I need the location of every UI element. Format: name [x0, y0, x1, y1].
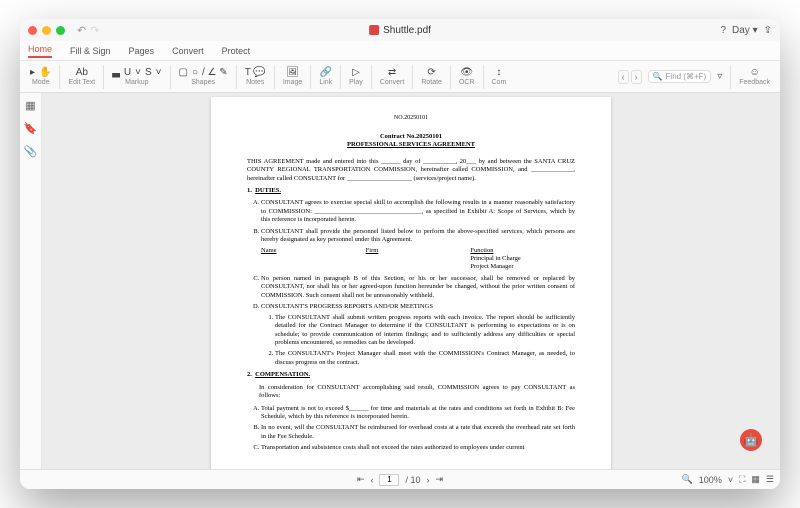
section-2: 2. COMPENSATION.: [247, 371, 575, 379]
zoom-out-icon[interactable]: 🔍: [682, 474, 693, 485]
ribbon-tabs: Home Fill & Sign Pages Convert Protect: [20, 41, 780, 61]
view-list-icon[interactable]: ☰: [766, 474, 774, 485]
window-title: Shuttle.pdf: [369, 25, 431, 36]
tool-markup[interactable]: ▃ U˅ S˅ Markup: [108, 67, 165, 86]
zoom-dropdown-icon[interactable]: ˅: [728, 475, 733, 485]
contract-number: Contract No.20250101PROFESSIONAL SERVICE…: [247, 133, 575, 150]
tab-protect[interactable]: Protect: [222, 46, 251, 56]
document-viewport[interactable]: NO.20250101 Contract No.20250101PROFESSI…: [42, 93, 780, 469]
content-body: ▦ 🔖 📎 NO.20250101 Contract No.20250101PR…: [20, 93, 780, 469]
pager-right-small[interactable]: ›: [631, 70, 642, 84]
tab-pages[interactable]: Pages: [129, 46, 155, 56]
tool-convert[interactable]: ⇄Convert: [376, 67, 409, 86]
last-page-icon[interactable]: ⇥: [436, 474, 444, 485]
search-input[interactable]: 🔍 Find (⌘+F): [648, 70, 712, 83]
attachment-icon[interactable]: 📎: [24, 145, 38, 158]
tool-image[interactable]: 🖼Image: [279, 67, 306, 86]
bookmark-icon[interactable]: 🔖: [24, 122, 38, 135]
zoom-level[interactable]: 100%: [699, 475, 722, 485]
intro-paragraph: THIS AGREEMENT made and entered into thi…: [247, 158, 575, 183]
left-sidebar: ▦ 🔖 📎: [20, 93, 42, 469]
title-bar: ↶ ↷ Shuttle.pdf ? Day ▾ ⇪: [20, 19, 780, 41]
back-icon[interactable]: ↶: [77, 24, 86, 37]
page-stamp: NO.20250101: [247, 115, 575, 123]
prev-page-icon[interactable]: ‹: [370, 475, 373, 485]
toolbar: ▸✋ Mode AbEdit Text ▃ U˅ S˅ Markup ▢ ○ /…: [20, 61, 780, 93]
search-icon: 🔍: [653, 72, 663, 81]
tool-shapes[interactable]: ▢ ○ / ∠ ✎ Shapes: [175, 67, 232, 86]
app-window: ↶ ↷ Shuttle.pdf ? Day ▾ ⇪ Home Fill & Si…: [20, 19, 780, 489]
hand-icon: ✋: [39, 67, 51, 78]
first-page-icon[interactable]: ⇤: [357, 474, 365, 485]
page-navigator: ⇤ ‹ / 10 › ⇥: [357, 474, 443, 486]
tab-fill-sign[interactable]: Fill & Sign: [70, 46, 111, 56]
filter-icon[interactable]: ▿: [713, 71, 726, 82]
square-icon: ▢: [179, 67, 188, 78]
tool-link[interactable]: 🔗Link: [315, 67, 336, 86]
tool-notes[interactable]: T 💬Notes: [241, 67, 270, 86]
tool-ocr[interactable]: 👁OCR: [455, 67, 479, 86]
tab-convert[interactable]: Convert: [172, 46, 204, 56]
day-toggle[interactable]: Day ▾: [732, 25, 758, 36]
tool-edit-text[interactable]: AbEdit Text: [64, 67, 99, 86]
traffic-lights: [28, 26, 65, 35]
assistant-fab[interactable]: 🤖: [740, 429, 762, 451]
share-icon[interactable]: ⇪: [764, 25, 772, 36]
view-grid-icon[interactable]: ▦: [751, 474, 760, 485]
compensation-list: Total payment is not to exceed $______ f…: [261, 405, 575, 453]
status-bar: ⇤ ‹ / 10 › ⇥ 🔍 100% ˅ ⛶ ▦ ☰: [20, 469, 780, 489]
titlebar-right: ? Day ▾ ⇪: [720, 25, 772, 36]
tool-mode[interactable]: ▸✋ Mode: [26, 67, 55, 86]
minimize-icon[interactable]: [42, 26, 51, 35]
section-1: 1. DUTIES.: [247, 187, 575, 195]
duties-list: CONSULTANT agrees to exercise special sk…: [261, 199, 575, 367]
footer-right: 🔍 100% ˅ ⛶ ▦ ☰: [682, 474, 774, 485]
close-icon[interactable]: [28, 26, 37, 35]
fit-page-icon[interactable]: ⛶: [739, 474, 745, 485]
help-icon[interactable]: ?: [720, 25, 726, 36]
tab-home[interactable]: Home: [28, 44, 52, 58]
window-title-text: Shuttle.pdf: [383, 25, 431, 36]
tool-compress[interactable]: ↕Com: [488, 67, 511, 86]
compensation-intro: In consideration for CONSULTANT accompli…: [259, 384, 575, 401]
page-total: / 10: [405, 475, 420, 485]
next-page-icon[interactable]: ›: [427, 475, 430, 485]
cursor-icon: ▸: [30, 67, 35, 78]
tool-feedback[interactable]: ☺Feedback: [735, 67, 774, 86]
pdf-page: NO.20250101 Contract No.20250101PROFESSI…: [211, 97, 611, 469]
highlight-icon: ▃: [112, 67, 120, 78]
pager-left-small[interactable]: ‹: [618, 70, 629, 84]
pdf-icon: [369, 25, 379, 35]
forward-icon[interactable]: ↷: [90, 24, 99, 37]
circle-icon: ○: [192, 67, 198, 78]
tool-play[interactable]: ▷Play: [345, 67, 367, 86]
thumbnails-icon[interactable]: ▦: [25, 99, 35, 112]
tool-rotate[interactable]: ⟳Rotate: [417, 67, 446, 86]
page-input[interactable]: [379, 474, 399, 486]
history-nav: ↶ ↷: [77, 24, 99, 37]
maximize-icon[interactable]: [56, 26, 65, 35]
